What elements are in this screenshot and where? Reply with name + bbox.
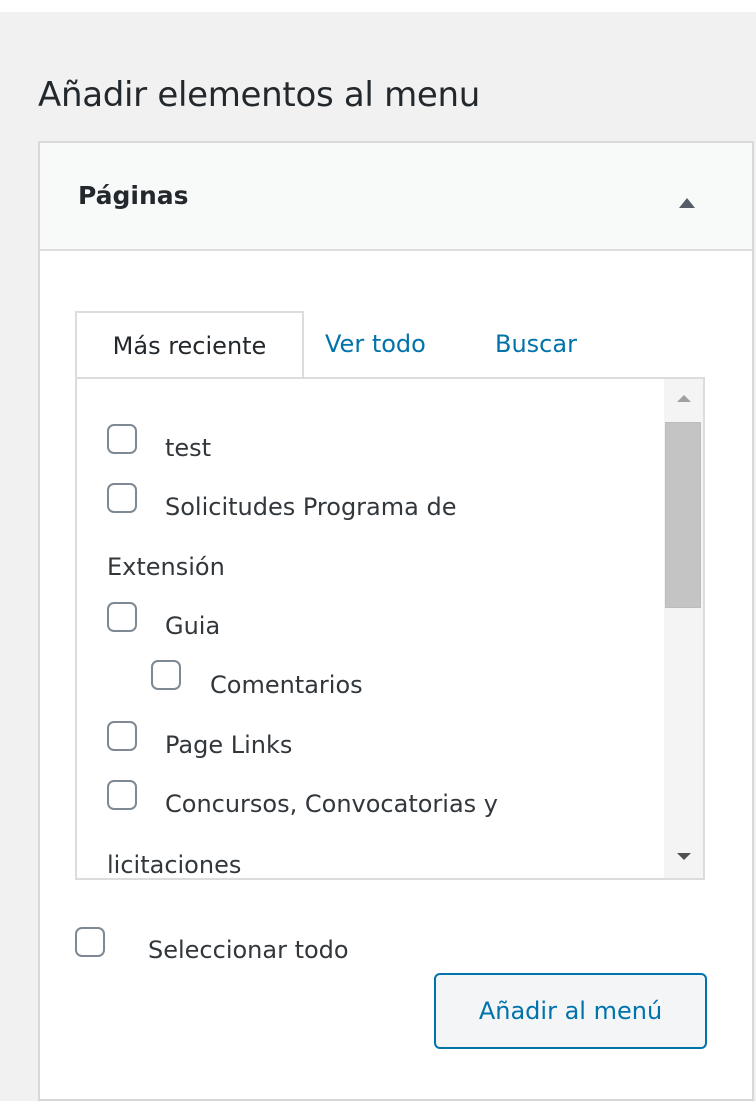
item-label-page-links: Page Links <box>165 731 293 759</box>
scroll-down-icon <box>677 853 691 860</box>
recent-pages-list[interactable]: test Solicitudes Programa de Extensión G… <box>75 377 705 880</box>
page-title: Añadir elementos al menu <box>38 74 481 115</box>
checkbox-page-links[interactable] <box>107 721 137 751</box>
item-label-concursos-convocatorias-licitaciones-continuation: licitaciones <box>107 851 242 879</box>
tab-buscar[interactable]: Buscar <box>495 311 577 377</box>
tab-ver-todo[interactable]: Ver todo <box>325 311 426 377</box>
item-label-concursos-convocatorias-licitaciones: Concursos, Convocatorias y <box>165 790 498 818</box>
collapse-toggle[interactable] <box>675 193 699 211</box>
triangle-up-icon <box>679 198 695 208</box>
pages-panel: Páginas Más reciente Ver todo Buscar tes… <box>38 141 754 1101</box>
scroll-thumb[interactable] <box>665 422 701 608</box>
tab-mas-reciente[interactable]: Más reciente <box>75 311 304 377</box>
item-label-solicitudes-programa-extension: Solicitudes Programa de <box>165 493 457 521</box>
top-strip <box>0 0 756 12</box>
checkbox-concursos-convocatorias-licitaciones[interactable] <box>107 780 137 810</box>
panel-header[interactable]: Páginas <box>40 143 752 251</box>
item-label-comentarios: Comentarios <box>210 671 363 699</box>
tab-row: Más reciente Ver todo Buscar <box>75 311 705 377</box>
select-all-label: Seleccionar todo <box>148 936 349 964</box>
checkbox-guia[interactable] <box>107 602 137 632</box>
add-to-menu-button[interactable]: Añadir al menú <box>434 973 707 1049</box>
checkbox-comentarios[interactable] <box>151 660 181 690</box>
scroll-up-arrow[interactable] <box>664 385 703 411</box>
panel-title: Páginas <box>78 181 189 210</box>
checkbox-solicitudes-programa-extension[interactable] <box>107 483 137 513</box>
item-label-solicitudes-programa-extension-continuation: Extensión <box>107 553 225 581</box>
scroll-up-icon <box>677 395 691 402</box>
item-label-test: test <box>165 434 212 462</box>
list-scrollbar[interactable] <box>664 379 703 878</box>
checkbox-test[interactable] <box>107 424 137 454</box>
select-all-checkbox[interactable] <box>75 927 105 957</box>
item-label-guia: Guia <box>165 612 221 640</box>
scroll-down-arrow[interactable] <box>664 844 703 870</box>
